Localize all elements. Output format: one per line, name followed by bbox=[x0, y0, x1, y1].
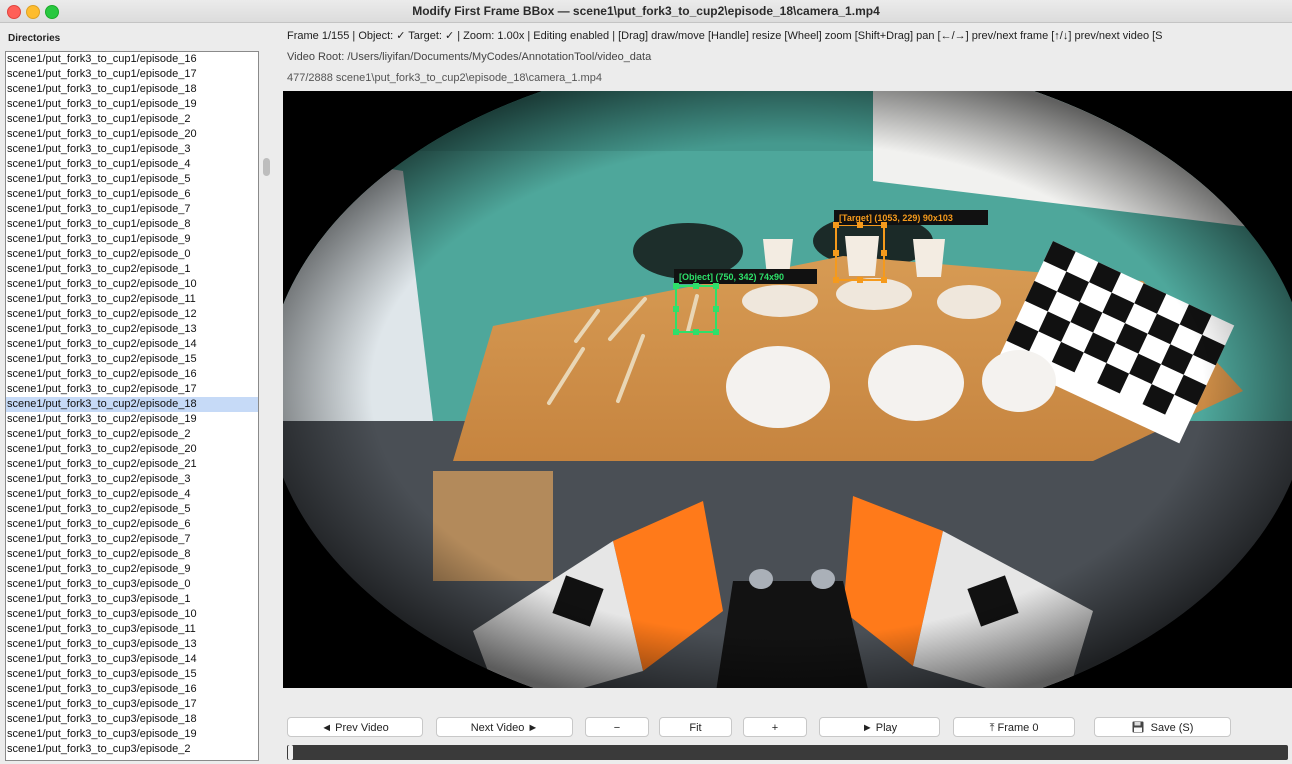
directory-list-item[interactable]: scene1/put_fork3_to_cup1/episode_3 bbox=[6, 142, 258, 157]
directory-list-item[interactable]: scene1/put_fork3_to_cup1/episode_2 bbox=[6, 112, 258, 127]
directory-list-item[interactable]: scene1/put_fork3_to_cup1/episode_8 bbox=[6, 217, 258, 232]
directory-list-item[interactable]: scene1/put_fork3_to_cup1/episode_5 bbox=[6, 172, 258, 187]
directory-list-item[interactable]: scene1/put_fork3_to_cup2/episode_11 bbox=[6, 292, 258, 307]
directory-list-item[interactable]: scene1/put_fork3_to_cup1/episode_16 bbox=[6, 52, 258, 67]
first-frame-button[interactable]: ⤒ Frame 0 bbox=[953, 717, 1075, 737]
target-bbox-label: [Target] (1053, 229) 90x103 bbox=[839, 213, 953, 223]
directory-list-item[interactable]: scene1/put_fork3_to_cup2/episode_5 bbox=[6, 502, 258, 517]
play-button[interactable]: ► Play bbox=[819, 717, 940, 737]
video-canvas[interactable]: [Target] (1053, 229) 90x103 [Object] (75… bbox=[283, 91, 1292, 688]
directory-list-item[interactable]: scene1/put_fork3_to_cup1/episode_6 bbox=[6, 187, 258, 202]
status-hints: Frame 1/155 | Object: ✓ Target: ✓ | Zoom… bbox=[287, 30, 1163, 42]
directory-list-item[interactable]: scene1/put_fork3_to_cup2/episode_3 bbox=[6, 472, 258, 487]
directory-list-item[interactable]: scene1/put_fork3_to_cup3/episode_17 bbox=[6, 697, 258, 712]
video-frame-image[interactable]: [Target] (1053, 229) 90x103 [Object] (75… bbox=[283, 91, 1292, 688]
directory-list-item[interactable]: scene1/put_fork3_to_cup3/episode_14 bbox=[6, 652, 258, 667]
playback-progress-handle[interactable] bbox=[288, 745, 293, 760]
directory-list-item[interactable]: scene1/put_fork3_to_cup3/episode_10 bbox=[6, 607, 258, 622]
directory-list-item[interactable]: scene1/put_fork3_to_cup2/episode_7 bbox=[6, 532, 258, 547]
directory-list-item[interactable]: scene1/put_fork3_to_cup2/episode_2 bbox=[6, 427, 258, 442]
directory-list[interactable]: scene1/put_fork3_to_cup1/episode_16 scene… bbox=[5, 51, 259, 761]
fit-button[interactable]: Fit bbox=[659, 717, 732, 737]
directory-list-item[interactable]: scene1/put_fork3_to_cup2/episode_4 bbox=[6, 487, 258, 502]
directory-list-item[interactable]: scene1/put_fork3_to_cup1/episode_7 bbox=[6, 202, 258, 217]
directory-list-item[interactable]: scene1/put_fork3_to_cup2/episode_0 bbox=[6, 247, 258, 262]
save-button-label: Save (S) bbox=[1150, 722, 1194, 734]
object-bbox-label: [Object] (750, 342) 74x90 bbox=[679, 272, 784, 282]
save-button[interactable]: Save (S) bbox=[1094, 717, 1231, 737]
directory-list-item[interactable]: scene1/put_fork3_to_cup2/episode_19 bbox=[6, 412, 258, 427]
directory-list-item[interactable]: scene1/put_fork3_to_cup3/episode_0 bbox=[6, 577, 258, 592]
next-video-button[interactable]: Next Video ► bbox=[436, 717, 573, 737]
directory-list-item[interactable]: scene1/put_fork3_to_cup3/episode_13 bbox=[6, 637, 258, 652]
directory-list-item[interactable]: scene1/put_fork3_to_cup2/episode_1 bbox=[6, 262, 258, 277]
directory-list-item[interactable]: scene1/put_fork3_to_cup2/episode_6 bbox=[6, 517, 258, 532]
directory-list-item[interactable]: scene1/put_fork3_to_cup2/episode_9 bbox=[6, 562, 258, 577]
directory-list-item[interactable]: scene1/put_fork3_to_cup1/episode_19 bbox=[6, 97, 258, 112]
video-root-path: Video Root: /Users/liyifan/Documents/MyC… bbox=[287, 51, 652, 63]
directory-list-item[interactable]: scene1/put_fork3_to_cup3/episode_2 bbox=[6, 742, 258, 757]
directory-list-item[interactable]: scene1/put_fork3_to_cup2/episode_13 bbox=[6, 322, 258, 337]
directory-list-item[interactable]: scene1/put_fork3_to_cup1/episode_9 bbox=[6, 232, 258, 247]
directories-header: Directories bbox=[8, 33, 61, 44]
prev-video-button[interactable]: ◄ Prev Video bbox=[287, 717, 423, 737]
directory-list-item[interactable]: scene1/put_fork3_to_cup1/episode_20 bbox=[6, 127, 258, 142]
directory-list-item[interactable]: scene1/put_fork3_to_cup2/episode_17 bbox=[6, 382, 258, 397]
directory-list-item[interactable]: scene1/put_fork3_to_cup3/episode_15 bbox=[6, 667, 258, 682]
directory-list-item[interactable]: scene1/put_fork3_to_cup2/episode_21 bbox=[6, 457, 258, 472]
directory-list-item[interactable]: scene1/put_fork3_to_cup2/episode_15 bbox=[6, 352, 258, 367]
floppy-disk-icon bbox=[1132, 721, 1147, 734]
zoom-out-button[interactable]: − bbox=[585, 717, 649, 737]
directory-list-item[interactable]: scene1/put_fork3_to_cup3/episode_16 bbox=[6, 682, 258, 697]
zoom-in-button[interactable]: + bbox=[743, 717, 807, 737]
directory-list-item[interactable]: scene1/put_fork3_to_cup2/episode_20 bbox=[6, 442, 258, 457]
directory-list-item[interactable]: scene1/put_fork3_to_cup3/episode_1 bbox=[6, 592, 258, 607]
directory-list-item[interactable]: scene1/put_fork3_to_cup2/episode_12 bbox=[6, 307, 258, 322]
directory-list-item[interactable]: scene1/put_fork3_to_cup2/episode_18 bbox=[6, 397, 258, 412]
current-video-index: 477/2888 scene1\put_fork3_to_cup2\episod… bbox=[287, 72, 602, 84]
directory-list-item[interactable]: scene1/put_fork3_to_cup3/episode_19 bbox=[6, 727, 258, 742]
directory-list-item[interactable]: scene1/put_fork3_to_cup2/episode_10 bbox=[6, 277, 258, 292]
playback-progress-bar[interactable] bbox=[287, 745, 1288, 760]
title-bar: Modify First Frame BBox — scene1\put_for… bbox=[0, 0, 1292, 23]
directory-list-item[interactable]: scene1/put_fork3_to_cup2/episode_8 bbox=[6, 547, 258, 562]
directory-list-item[interactable]: scene1/put_fork3_to_cup2/episode_16 bbox=[6, 367, 258, 382]
directory-list-item[interactable]: scene1/put_fork3_to_cup1/episode_18 bbox=[6, 82, 258, 97]
window-title: Modify First Frame BBox — scene1\put_for… bbox=[412, 4, 880, 18]
directory-list-item[interactable]: scene1/put_fork3_to_cup3/episode_18 bbox=[6, 712, 258, 727]
directory-list-item[interactable]: scene1/put_fork3_to_cup3/episode_11 bbox=[6, 622, 258, 637]
directory-list-item[interactable]: scene1/put_fork3_to_cup2/episode_14 bbox=[6, 337, 258, 352]
directory-scrollbar[interactable] bbox=[263, 158, 270, 176]
directory-list-item[interactable]: scene1/put_fork3_to_cup1/episode_4 bbox=[6, 157, 258, 172]
directory-list-item[interactable]: scene1/put_fork3_to_cup1/episode_17 bbox=[6, 67, 258, 82]
